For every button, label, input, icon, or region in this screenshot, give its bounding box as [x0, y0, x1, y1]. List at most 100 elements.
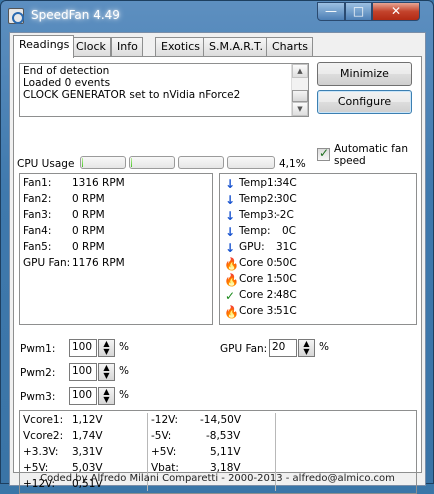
title-bar[interactable]: SpeedFan 4.49 — □ ✕ — [1, 1, 433, 31]
temp-label: Core 0: — [239, 257, 277, 269]
pwm1-unit: % — [119, 341, 129, 353]
cpu-usage-label: CPU Usage — [17, 158, 75, 170]
fan-label: Fan5: — [23, 241, 52, 253]
event-log[interactable]: End of detection Loaded 0 events CLOCK G… — [19, 63, 309, 117]
temp-label: Core 2: — [239, 289, 277, 301]
temp-value: 0C — [282, 225, 297, 237]
cpu-usage-fill — [131, 158, 132, 167]
fan-label: Fan3: — [23, 209, 52, 221]
spin-arrows-icon[interactable]: ▲ ▼ — [98, 339, 115, 357]
pwm3-input[interactable]: 100 — [69, 387, 97, 405]
temp-value: 48C — [276, 289, 297, 301]
fan-label: Fan1: — [23, 177, 52, 189]
scroll-up-icon[interactable]: ▲ — [292, 64, 308, 78]
tab-charts[interactable]: Charts — [266, 37, 313, 56]
gpu-fan-rpm-value: 1176 RPM — [72, 257, 125, 269]
temp-value: 50C — [276, 257, 297, 269]
automatic-fan-speed-label: Automatic fan speed — [334, 143, 408, 167]
down-arrow-icon: ↓ — [224, 241, 236, 255]
down-arrow-icon: ↓ — [224, 193, 236, 207]
pwm2-input[interactable]: 100 — [69, 363, 97, 381]
log-scrollbar[interactable]: ▲ ▼ — [291, 64, 308, 116]
cpu-usage-bar — [178, 156, 224, 169]
fans-box: Fan1: 1316 RPM Fan2: 0 RPM Fan3: 0 RPM F… — [19, 173, 213, 325]
voltage-label: Vcore2: — [23, 430, 64, 442]
pwm1-input[interactable]: 100 — [69, 339, 97, 357]
pwm3-label: Pwm3: — [20, 391, 56, 403]
temp-value: 51C — [276, 305, 297, 317]
temp-label: Temp: — [239, 225, 271, 237]
scroll-down-icon[interactable]: ▼ — [292, 102, 308, 116]
spin-arrows-icon[interactable]: ▲ ▼ — [298, 339, 315, 357]
temp-label: Core 3: — [239, 305, 277, 317]
tab-clock[interactable]: Clock — [70, 37, 111, 56]
cpu-usage-bar — [80, 156, 126, 169]
window-close-button[interactable]: ✕ — [372, 2, 420, 21]
spin-arrows-icon[interactable]: ▲ ▼ — [98, 363, 115, 381]
cpu-usage-value: 4,1% — [279, 158, 306, 170]
cpu-usage-bar — [129, 156, 175, 169]
pwm1-label: Pwm1: — [20, 343, 56, 355]
voltage-label: -5V: — [151, 430, 172, 442]
temp-label: Core 1: — [239, 273, 277, 285]
tab-readings[interactable]: Readings — [13, 35, 75, 58]
down-arrow-icon: ↓ — [224, 177, 236, 191]
pwm2-unit: % — [119, 365, 129, 377]
gpu-fan-stepper: 20 ▲ ▼ % — [269, 339, 334, 357]
gpu-fan-rpm-label: GPU Fan: — [23, 257, 71, 269]
voltage-value: -14,50V — [200, 414, 242, 426]
tab-exotics[interactable]: Exotics — [155, 37, 205, 56]
fan-label: Fan4: — [23, 225, 52, 237]
fire-icon: 🔥 — [224, 305, 239, 319]
checkmark-icon: ✓ — [224, 289, 236, 303]
voltage-value: 3,31V — [72, 446, 103, 458]
down-arrow-icon: ↓ — [224, 209, 236, 223]
voltage-label: Vcore1: — [23, 414, 64, 426]
spin-arrows-icon[interactable]: ▲ ▼ — [98, 387, 115, 405]
minimize-button[interactable]: Minimize — [317, 62, 412, 86]
fan-value: 0 RPM — [72, 225, 105, 237]
log-line: End of detection — [23, 65, 110, 77]
temp-value: 50C — [276, 273, 297, 285]
fan-value: 0 RPM — [72, 241, 105, 253]
speedfan-window: SpeedFan 4.49 — □ ✕ Readings Clock Info … — [0, 0, 434, 494]
voltage-label: -12V: — [151, 414, 179, 426]
credits-footer: Coded by Alfredo Milani Comparetti - 200… — [40, 473, 395, 484]
pwm1-stepper: 100 ▲ ▼ % — [69, 339, 134, 357]
temperatures-box: ↓ Temp1: 34C ↓ Temp2: 30C ↓ Temp3: -2C ↓… — [219, 173, 417, 325]
window-maximize-button[interactable]: □ — [345, 2, 372, 21]
voltage-value: 1,74V — [72, 430, 103, 442]
window-title: SpeedFan 4.49 — [31, 8, 120, 22]
gpu-fan-input[interactable]: 20 — [269, 339, 297, 357]
fire-icon: 🔥 — [224, 257, 239, 271]
fire-icon: 🔥 — [224, 273, 239, 287]
voltage-value: -8,53V — [206, 430, 241, 442]
temp-value: 30C — [276, 193, 297, 205]
fan-value: 0 RPM — [72, 193, 105, 205]
fan-value: 1316 RPM — [72, 177, 125, 189]
client-area: Readings Clock Info Exotics S.M.A.R.T. C… — [9, 32, 426, 494]
temp-label: Temp2: — [239, 193, 278, 205]
temp-value: 34C — [276, 177, 297, 189]
voltage-label: +5V: — [151, 446, 177, 458]
fan-label: Fan2: — [23, 193, 52, 205]
temp-label: GPU: — [239, 241, 265, 253]
pwm2-label: Pwm2: — [20, 367, 56, 379]
scroll-thumb[interactable] — [292, 90, 308, 102]
automatic-fan-speed-checkbox[interactable] — [317, 146, 330, 161]
pwm3-unit: % — [119, 389, 129, 401]
tab-smart[interactable]: S.M.A.R.T. — [203, 37, 268, 56]
configure-button[interactable]: Configure — [317, 90, 412, 114]
log-line: CLOCK GENERATOR set to nVidia nForce2 — [23, 89, 241, 101]
window-minimize-button[interactable]: — — [317, 2, 345, 21]
pwm2-stepper: 100 ▲ ▼ % — [69, 363, 134, 381]
voltage-label: +3.3V: — [23, 446, 59, 458]
temp-value: -2C — [276, 209, 294, 221]
tab-info[interactable]: Info — [111, 37, 143, 56]
gpu-fan-label: GPU Fan: — [220, 343, 268, 355]
cpu-usage-fill — [82, 158, 83, 167]
voltage-value: 5,11V — [210, 446, 241, 458]
temp-value: 31C — [276, 241, 297, 253]
log-line: Loaded 0 events — [23, 77, 111, 89]
temp-label: Temp1: — [239, 177, 278, 189]
